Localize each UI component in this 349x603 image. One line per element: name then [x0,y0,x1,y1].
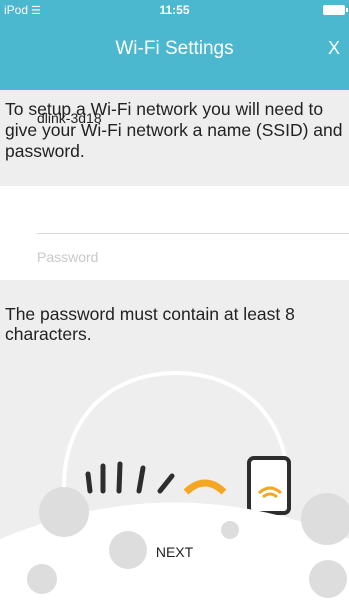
status-time: 11:55 [159,3,190,17]
next-button[interactable]: NEXT [0,544,349,560]
phone-icon [247,456,291,515]
close-button[interactable]: X [328,38,340,59]
setup-illustration [0,370,349,603]
header-bar: iPod ☰ 11:55 Wi-Fi Settings X [0,0,349,90]
router-icon [85,461,175,494]
battery-icon [323,5,348,15]
status-bar: iPod ☰ 11:55 [0,0,349,20]
page-title: Wi-Fi Settings [115,38,234,59]
main-content: To setup a Wi-Fi network you will need t… [0,90,349,603]
